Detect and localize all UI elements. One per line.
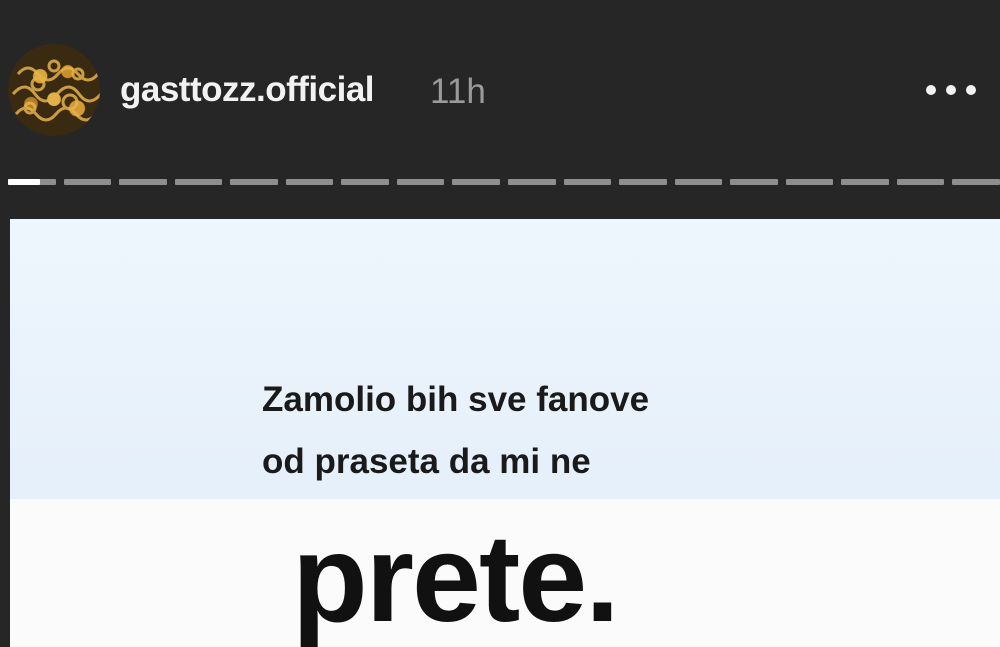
story-viewer: gasttozz.official 11h Zamolio bih sve fa… <box>0 0 1000 647</box>
progress-segment <box>452 179 500 185</box>
progress-segment <box>230 179 278 185</box>
progress-segment <box>508 179 556 185</box>
progress-segment <box>619 179 667 185</box>
more-options-icon[interactable] <box>918 78 984 102</box>
progress-segment <box>285 179 334 185</box>
story-progress-bar <box>8 179 1000 185</box>
progress-segment <box>674 179 723 185</box>
story-header: gasttozz.official 11h <box>0 0 1000 170</box>
progress-segment <box>341 179 389 185</box>
avatar-pattern-icon <box>11 59 100 122</box>
progress-segment-fill <box>8 179 41 185</box>
progress-segment <box>8 179 56 185</box>
emphasis-word: prete. <box>292 510 620 647</box>
caption-line-1: Zamolio bih sve fanove <box>262 380 650 419</box>
progress-segment <box>174 179 223 185</box>
story-content[interactable]: Zamolio bih sve fanove od praseta da mi … <box>10 219 1000 647</box>
username[interactable]: gasttozz.official <box>120 70 375 110</box>
story-caption: Zamolio bih sve fanove od praseta da mi … <box>262 369 762 493</box>
progress-segment <box>952 179 1000 185</box>
progress-segment <box>730 179 778 185</box>
progress-segment <box>63 179 112 185</box>
post-time: 11h <box>430 72 486 111</box>
caption-line-2: od praseta da mi ne <box>262 442 591 481</box>
progress-segment <box>785 179 834 185</box>
progress-segment <box>119 179 167 185</box>
progress-segment <box>396 179 445 185</box>
progress-segment <box>563 179 612 185</box>
progress-segment <box>896 179 945 185</box>
profile-avatar[interactable] <box>8 44 100 136</box>
progress-segment <box>841 179 889 185</box>
